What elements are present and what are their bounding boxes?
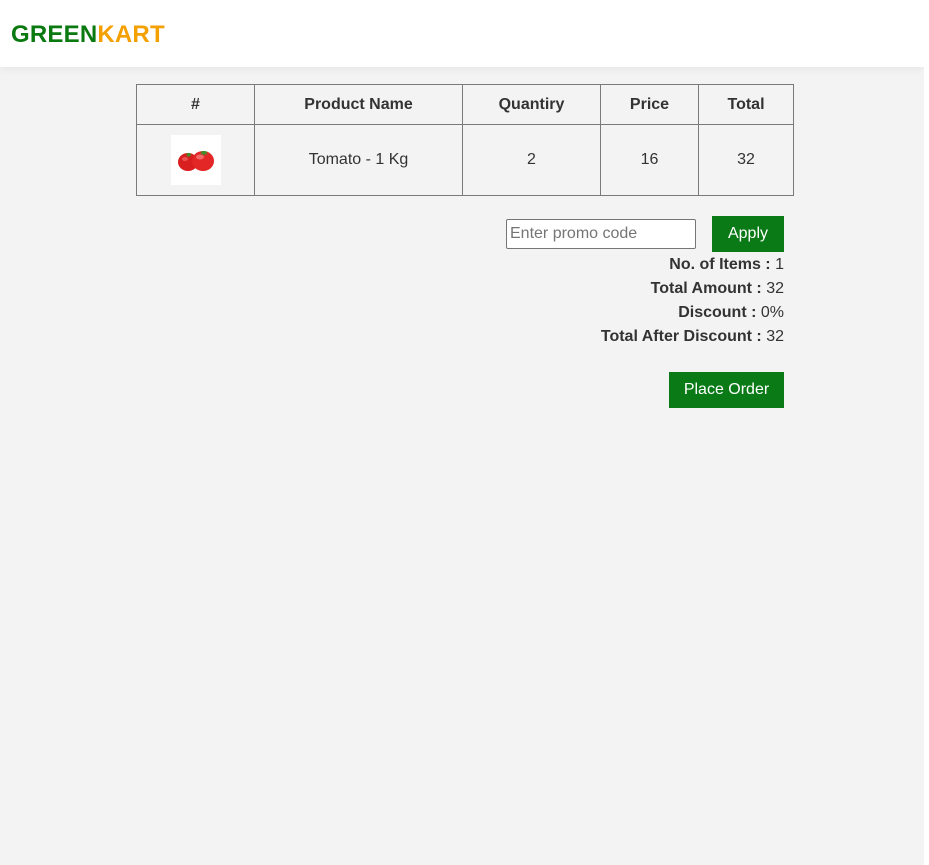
column-header-index: # bbox=[136, 84, 255, 125]
discount-row: Discount : 0% bbox=[601, 301, 784, 325]
apply-promo-button[interactable]: Apply bbox=[712, 216, 784, 252]
tomato-image bbox=[170, 135, 221, 185]
logo-green-text: GREEN bbox=[11, 21, 98, 48]
place-order-button[interactable]: Place Order bbox=[669, 372, 784, 408]
total-amount-value: 32 bbox=[766, 280, 784, 297]
items-count-row: No. of Items : 1 bbox=[601, 253, 784, 277]
total-amount-label: Total Amount : bbox=[650, 280, 762, 297]
tomato-icon bbox=[177, 151, 214, 171]
product-name-cell: Tomato - 1 Kg bbox=[254, 124, 463, 196]
items-count-label: No. of Items : bbox=[669, 256, 771, 273]
total-amount-row: Total Amount : 32 bbox=[601, 277, 784, 301]
total-after-discount-row: Total After Discount : 32 bbox=[601, 325, 784, 349]
top-header: GREENKART bbox=[0, 0, 924, 67]
column-header-quantity: Quantiry bbox=[462, 84, 601, 125]
logo-kart-text: KART bbox=[97, 21, 165, 48]
promo-code-input[interactable] bbox=[506, 219, 696, 249]
order-summary: No. of Items : 1 Total Amount : 32 Disco… bbox=[601, 253, 784, 349]
total-after-discount-value: 32 bbox=[766, 328, 784, 345]
table-row: Tomato - 1 Kg 2 16 32 bbox=[136, 124, 794, 196]
greenkart-logo[interactable]: GREENKART bbox=[11, 21, 165, 49]
page-edge bbox=[924, 0, 929, 865]
column-header-price: Price bbox=[600, 84, 699, 125]
discount-value: 0% bbox=[760, 304, 784, 321]
cart-table: # Product Name Quantiry Price Total Toma… bbox=[136, 84, 794, 196]
price-cell: 16 bbox=[600, 124, 699, 196]
items-count-value: 1 bbox=[775, 256, 784, 273]
column-header-product-name: Product Name bbox=[254, 84, 463, 125]
product-image-cell bbox=[136, 124, 255, 196]
table-header-row: # Product Name Quantiry Price Total bbox=[136, 84, 794, 125]
column-header-total: Total bbox=[698, 84, 794, 125]
total-after-discount-label: Total After Discount : bbox=[600, 328, 762, 345]
quantity-cell: 2 bbox=[462, 124, 601, 196]
discount-label: Discount : bbox=[678, 304, 757, 321]
total-cell: 32 bbox=[698, 124, 794, 196]
